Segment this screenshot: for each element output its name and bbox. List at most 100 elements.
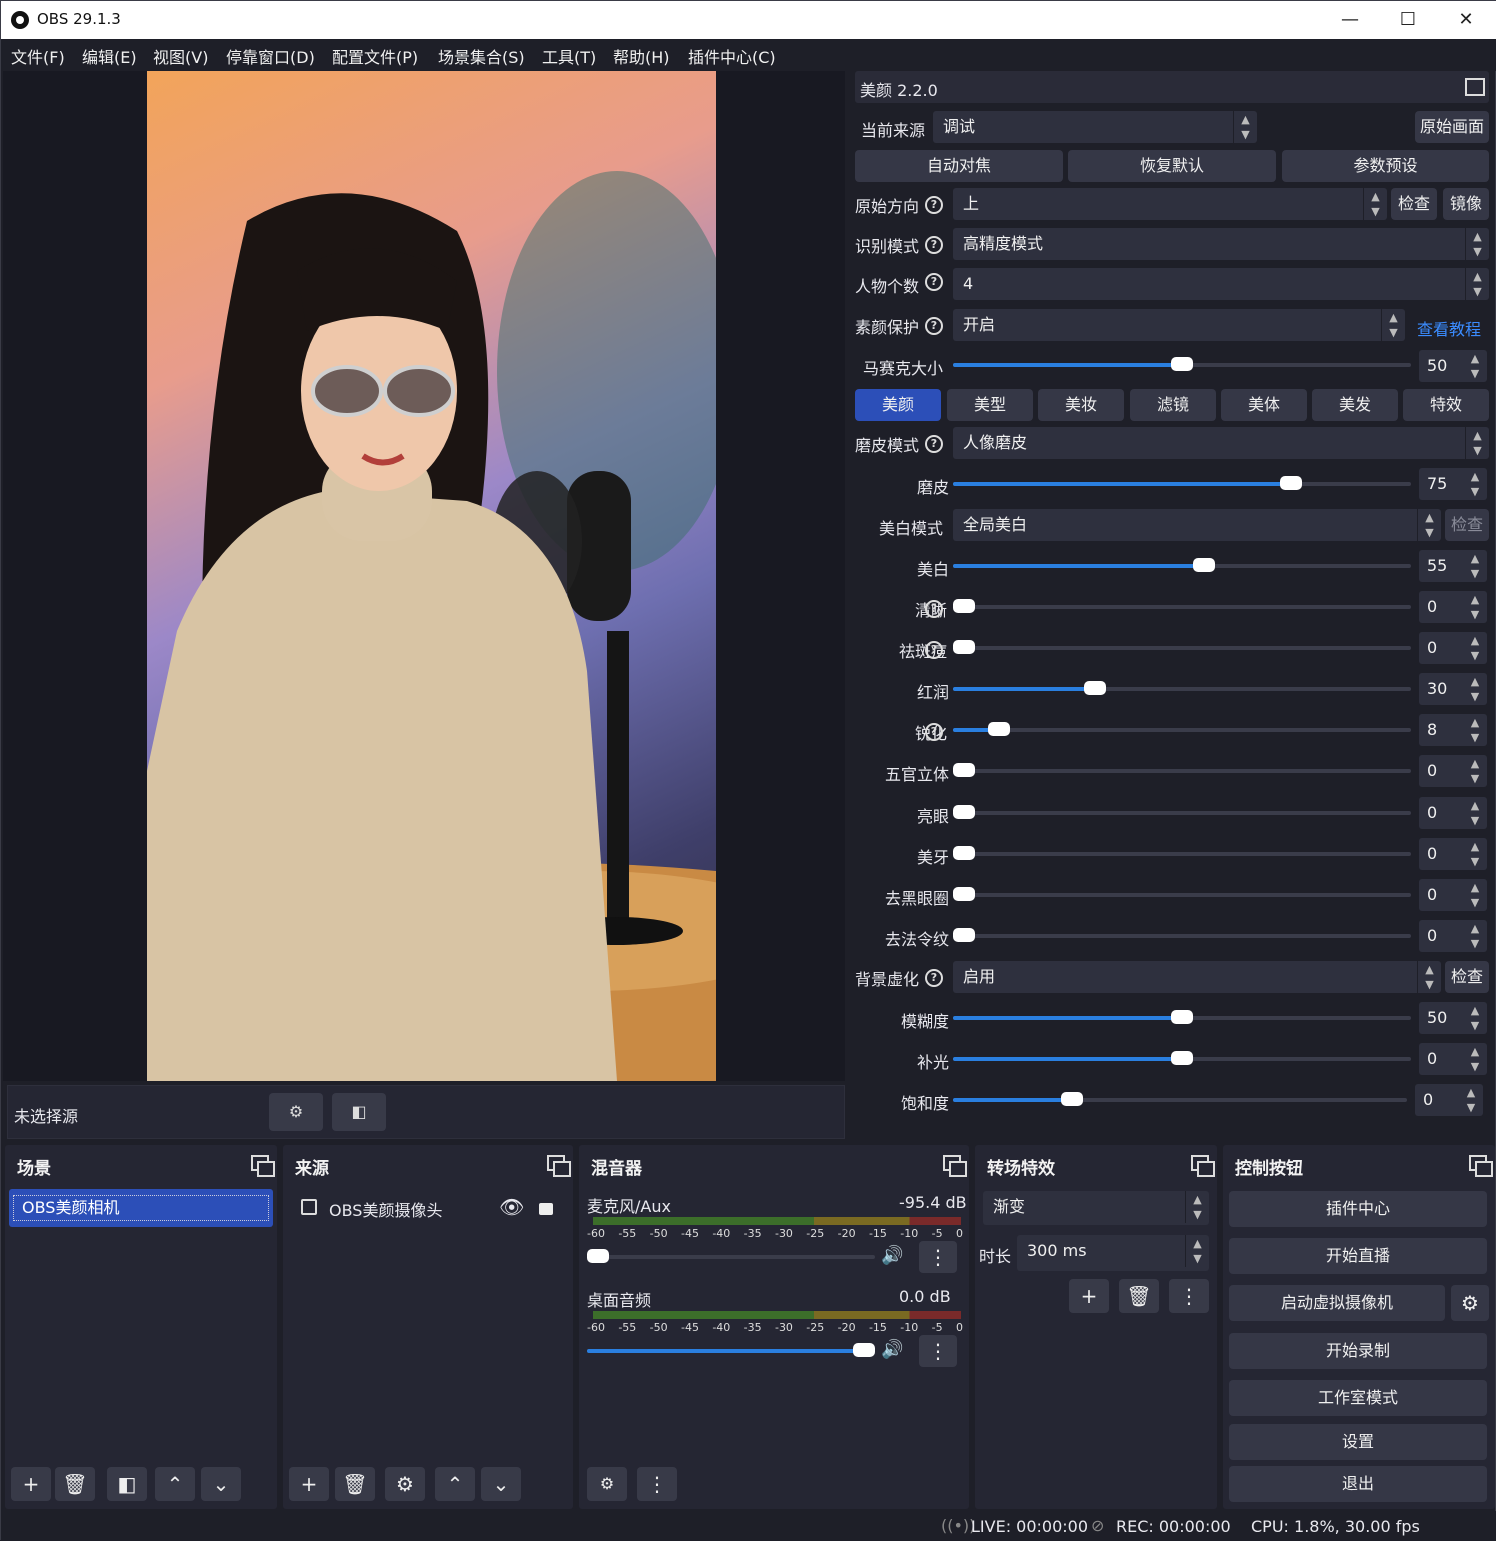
- bg-blur-select[interactable]: 启用 ▲ ▼: [953, 961, 1441, 993]
- dock-float-icon[interactable]: [547, 1155, 571, 1177]
- beauty-slider-2-spinbox[interactable]: 0 ▲ ▼: [1419, 591, 1487, 623]
- channel-menu-dots-icon[interactable]: ⋮: [919, 1335, 957, 1367]
- scene-item[interactable]: OBS美颜相机: [9, 1189, 273, 1227]
- slider-handle[interactable]: [988, 722, 1010, 736]
- bg-slider-2-spinbox[interactable]: 0 ▲ ▼: [1415, 1084, 1483, 1116]
- beauty-slider-7-slider[interactable]: [953, 805, 1411, 819]
- help-icon[interactable]: ?: [925, 723, 943, 741]
- add-source-plus-icon[interactable]: +: [289, 1467, 329, 1501]
- slider-handle[interactable]: [953, 640, 975, 654]
- menu-docks[interactable]: 停靠窗口(D): [226, 44, 315, 68]
- exit-button[interactable]: 退出: [1229, 1466, 1487, 1502]
- tab-2[interactable]: 美妆: [1038, 389, 1124, 421]
- slider-handle[interactable]: [953, 763, 975, 777]
- beauty-slider-2-slider[interactable]: [953, 599, 1411, 613]
- beauty-slider-10-spinbox[interactable]: 0 ▲ ▼: [1419, 920, 1487, 952]
- mirror-button[interactable]: 镜像: [1443, 188, 1489, 220]
- slider-handle[interactable]: [1171, 1010, 1193, 1024]
- help-icon[interactable]: ?: [925, 236, 943, 254]
- help-icon[interactable]: ?: [925, 317, 943, 335]
- beauty-slider-1-spinbox[interactable]: 55 ▲ ▼: [1419, 550, 1487, 582]
- move-down-chevron-icon[interactable]: ⌄: [201, 1467, 241, 1501]
- beauty-slider-6-spinbox[interactable]: 0 ▲ ▼: [1419, 755, 1487, 787]
- bg-slider-1-spinbox[interactable]: 0 ▲ ▼: [1419, 1043, 1487, 1075]
- auto-focus-button[interactable]: 自动对焦: [855, 150, 1063, 182]
- beauty-slider-9-spinbox[interactable]: 0 ▲ ▼: [1419, 879, 1487, 911]
- beauty-slider-8-spinbox[interactable]: 0 ▲ ▼: [1419, 838, 1487, 870]
- tab-1[interactable]: 美型: [947, 389, 1033, 421]
- speaker-volume-icon[interactable]: 🔊: [881, 1245, 903, 1266]
- remove-transition-trash-icon[interactable]: 🗑: [1119, 1279, 1159, 1313]
- bg-slider-1-slider[interactable]: [953, 1051, 1411, 1065]
- whiten-mode-select[interactable]: 全局美白 ▲ ▼: [953, 509, 1441, 541]
- beauty-slider-10-slider[interactable]: [953, 928, 1411, 942]
- dock-float-icon[interactable]: [1191, 1155, 1215, 1177]
- bg-blur-check-button[interactable]: 检查: [1445, 961, 1489, 993]
- slider-handle[interactable]: [953, 928, 975, 942]
- original-view-button[interactable]: 原始画面: [1415, 111, 1489, 143]
- add-scene-plus-icon[interactable]: +: [11, 1467, 51, 1501]
- volume-slider[interactable]: [587, 1249, 875, 1263]
- mosaic-size-spinbox[interactable]: 50 ▲ ▼: [1419, 350, 1487, 382]
- slider-handle[interactable]: [587, 1249, 609, 1263]
- speaker-volume-icon[interactable]: 🔊: [881, 1339, 903, 1360]
- slider-handle[interactable]: [953, 846, 975, 860]
- start-virtual-camera-button[interactable]: 启动虚拟摄像机: [1229, 1285, 1445, 1321]
- remove-source-trash-icon[interactable]: 🗑: [335, 1467, 375, 1501]
- settings-button[interactable]: 设置: [1229, 1424, 1487, 1460]
- move-up-chevron-icon[interactable]: ⌃: [155, 1467, 195, 1501]
- help-icon[interactable]: ?: [925, 600, 943, 618]
- slider-handle[interactable]: [953, 887, 975, 901]
- beauty-slider-5-slider[interactable]: [953, 722, 1411, 736]
- slider-handle[interactable]: [1193, 558, 1215, 572]
- menu-file[interactable]: 文件(F): [11, 44, 65, 68]
- move-down-chevron-icon[interactable]: ⌄: [481, 1467, 521, 1501]
- param-preset-button[interactable]: 参数预设: [1282, 150, 1489, 182]
- bg-slider-0-slider[interactable]: [953, 1010, 1411, 1024]
- plugin-center-button[interactable]: 插件中心: [1229, 1191, 1487, 1227]
- minimize-button[interactable]: —: [1321, 1, 1379, 39]
- add-transition-plus-icon[interactable]: +: [1069, 1279, 1109, 1313]
- channel-menu-dots-icon[interactable]: ⋮: [919, 1241, 957, 1273]
- help-icon[interactable]: ?: [925, 196, 943, 214]
- beauty-slider-5-spinbox[interactable]: 8 ▲ ▼: [1419, 714, 1487, 746]
- tab-0[interactable]: 美颜: [855, 389, 941, 421]
- current-source-select[interactable]: 调试 ▲ ▼: [933, 111, 1257, 143]
- help-icon[interactable]: ?: [925, 969, 943, 987]
- slider-handle[interactable]: [1171, 1051, 1193, 1065]
- beauty-slider-0-spinbox[interactable]: 75 ▲ ▼: [1419, 468, 1487, 500]
- beauty-slider-4-spinbox[interactable]: 30 ▲ ▼: [1419, 673, 1487, 705]
- menu-tools[interactable]: 工具(T): [542, 44, 596, 68]
- menu-edit[interactable]: 编辑(E): [82, 44, 137, 68]
- duration-spinbox[interactable]: 300 ms ▲ ▼: [1017, 1235, 1209, 1271]
- slider-handle[interactable]: [1280, 476, 1302, 490]
- menu-plugin-center[interactable]: 插件中心(C): [688, 44, 776, 68]
- bg-slider-2-slider[interactable]: [953, 1092, 1407, 1106]
- slider-handle[interactable]: [1061, 1092, 1083, 1106]
- tab-5[interactable]: 美发: [1312, 389, 1398, 421]
- start-recording-button[interactable]: 开始录制: [1229, 1333, 1487, 1369]
- tutorial-link[interactable]: 查看教程: [1417, 316, 1481, 340]
- beauty-slider-3-slider[interactable]: [953, 640, 1411, 654]
- help-icon[interactable]: ?: [925, 435, 943, 453]
- beauty-slider-9-slider[interactable]: [953, 887, 1411, 901]
- beauty-slider-0-slider[interactable]: [953, 476, 1411, 490]
- visibility-eye-icon[interactable]: 👁: [499, 1195, 524, 1219]
- close-button[interactable]: ✕: [1437, 1, 1495, 39]
- orientation-check-button[interactable]: 检查: [1391, 188, 1437, 220]
- smooth-mode-select[interactable]: 人像磨皮 ▲ ▼: [953, 427, 1489, 459]
- panel-float-icon[interactable]: [1465, 78, 1485, 96]
- orientation-select[interactable]: 上 ▲ ▼: [953, 188, 1387, 220]
- mixer-advanced-gear-icon[interactable]: ⚙: [587, 1467, 627, 1501]
- dock-float-icon[interactable]: [251, 1155, 275, 1177]
- menu-view[interactable]: 视图(V): [153, 44, 208, 68]
- slider-handle[interactable]: [1171, 357, 1193, 371]
- beauty-slider-1-slider[interactable]: [953, 558, 1411, 572]
- start-streaming-button[interactable]: 开始直播: [1229, 1238, 1487, 1274]
- source-item[interactable]: OBS美颜摄像头 👁: [287, 1189, 569, 1227]
- dock-float-icon[interactable]: [1469, 1155, 1493, 1177]
- beauty-slider-7-spinbox[interactable]: 0 ▲ ▼: [1419, 797, 1487, 829]
- menu-profile[interactable]: 配置文件(P): [332, 44, 418, 68]
- tab-6[interactable]: 特效: [1403, 389, 1489, 421]
- scene-filters-icon[interactable]: ◧: [107, 1467, 147, 1501]
